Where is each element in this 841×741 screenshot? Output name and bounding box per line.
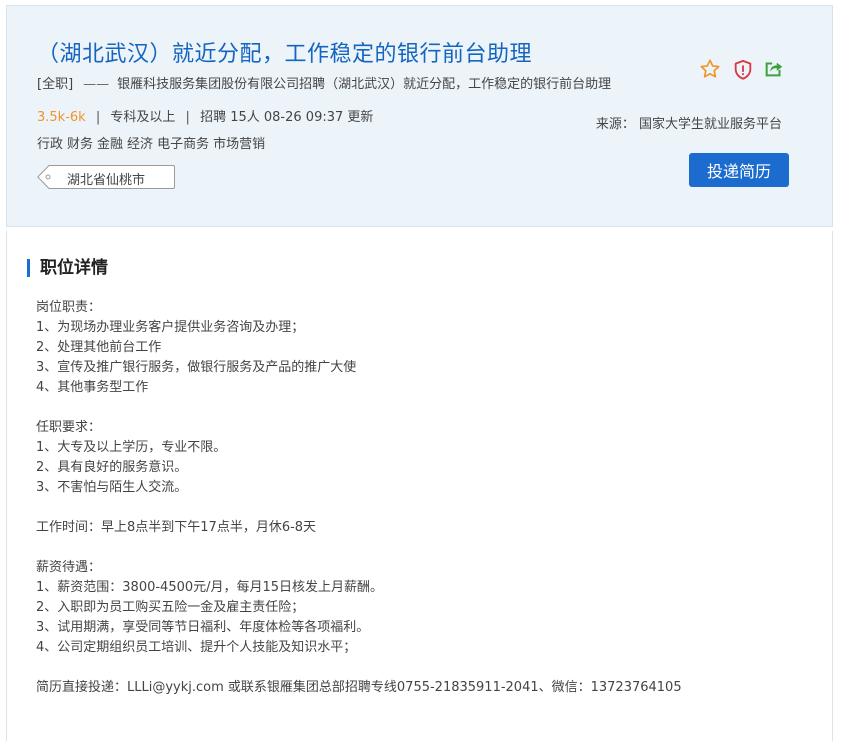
- category-tag: 经济: [127, 137, 154, 152]
- requirement-item: 2、具有良好的服务意识。: [36, 460, 188, 475]
- job-title: （湖北武汉）就近分配，工作稳定的银行前台助理: [37, 42, 533, 67]
- headcount: 招聘 15人: [200, 110, 260, 125]
- job-detail-panel: 职位详情 岗位职责： 1、为现场办理业务客户提供业务咨询及办理； 2、处理其他前…: [6, 231, 833, 741]
- source-label: 来源： 国家大学生就业服务平台: [595, 117, 782, 132]
- education-requirement: 专科及以上: [110, 110, 176, 125]
- contact-info: 简历直接投递：LLLi@yykj.com 或联系银雁集团总部招聘专线0755-2…: [36, 680, 682, 695]
- job-header: （湖北武汉）就近分配，工作稳定的银行前台助理 [全职] —— 银雁科技服务集团股份有…: [6, 5, 833, 227]
- shield-alert-icon[interactable]: [732, 59, 754, 81]
- category-tag: 金融: [97, 137, 124, 152]
- duty-item: 1、为现场办理业务客户提供业务咨询及办理；: [36, 320, 305, 335]
- meta-separator: |: [95, 110, 101, 125]
- salary-range: 3.5k-6k: [37, 110, 86, 125]
- work-time: 工作时间：早上8点半到下午17点半，月休6-8天: [36, 520, 317, 535]
- category-tag: 电子商务: [157, 137, 210, 152]
- company-line: [全职] —— 银雁科技服务集团股份有限公司招聘（湖北武汉）就近分配，工作稳定的银行…: [37, 73, 611, 92]
- job-type-tag: [全职]: [37, 77, 74, 92]
- requirements-heading: 任职要求：: [36, 420, 102, 435]
- requirement-item: 1、大专及以上学历，专业不限。: [36, 440, 227, 455]
- location-text: 湖北省仙桃市: [67, 173, 146, 188]
- meta-separator: |: [185, 110, 190, 125]
- apply-resume-button[interactable]: 投递简历: [689, 153, 789, 187]
- benefit-item: 3、试用期满，享受同等节日福利、年度体检等各项福利。: [36, 620, 370, 635]
- benefit-item: 1、薪资范围：3800-4500元/月，每月15日核发上月薪酬。: [36, 580, 384, 595]
- category-tag: 财务: [67, 137, 94, 152]
- share-icon[interactable]: [763, 58, 785, 80]
- location-tag: 湖北省仙桃市: [37, 165, 175, 189]
- star-icon[interactable]: [699, 58, 721, 80]
- duty-item: 2、处理其他前台工作: [36, 340, 162, 355]
- job-meta: 3.5k-6k | 专科及以上 | 招聘 15人 08-26 09:37 更新: [37, 106, 373, 125]
- duty-item: 3、宣传及推广银行服务，做银行服务及产品的推广大使: [36, 360, 357, 375]
- duties-heading: 岗位职责：: [36, 300, 102, 315]
- benefit-item: 4、公司定期组织员工培训、提升个人技能及知识水平；: [36, 640, 357, 655]
- benefits-heading: 薪资待遇：: [36, 560, 102, 575]
- category-tag: 市场营销: [213, 137, 266, 152]
- job-category-tags: 行政 财务 金融 经济 电子商务 市场营销: [37, 133, 269, 152]
- dash-separator: ——: [83, 77, 110, 92]
- company-recruit-text[interactable]: 银雁科技服务集团股份有限公司招聘（湖北武汉）就近分配，工作稳定的银行前台助理: [117, 77, 611, 92]
- category-tag: 行政: [37, 137, 64, 152]
- job-description: 岗位职责： 1、为现场办理业务客户提供业务咨询及办理； 2、处理其他前台工作 3…: [36, 298, 682, 698]
- requirement-item: 3、不害怕与陌生人交流。: [36, 480, 188, 495]
- update-time: 08-26 09:37 更新: [263, 110, 374, 125]
- duty-item: 4、其他事务型工作: [36, 380, 149, 395]
- section-title: 职位详情: [27, 259, 108, 277]
- benefit-item: 2、入职即为员工购买五险一金及雇主责任险；: [36, 600, 305, 615]
